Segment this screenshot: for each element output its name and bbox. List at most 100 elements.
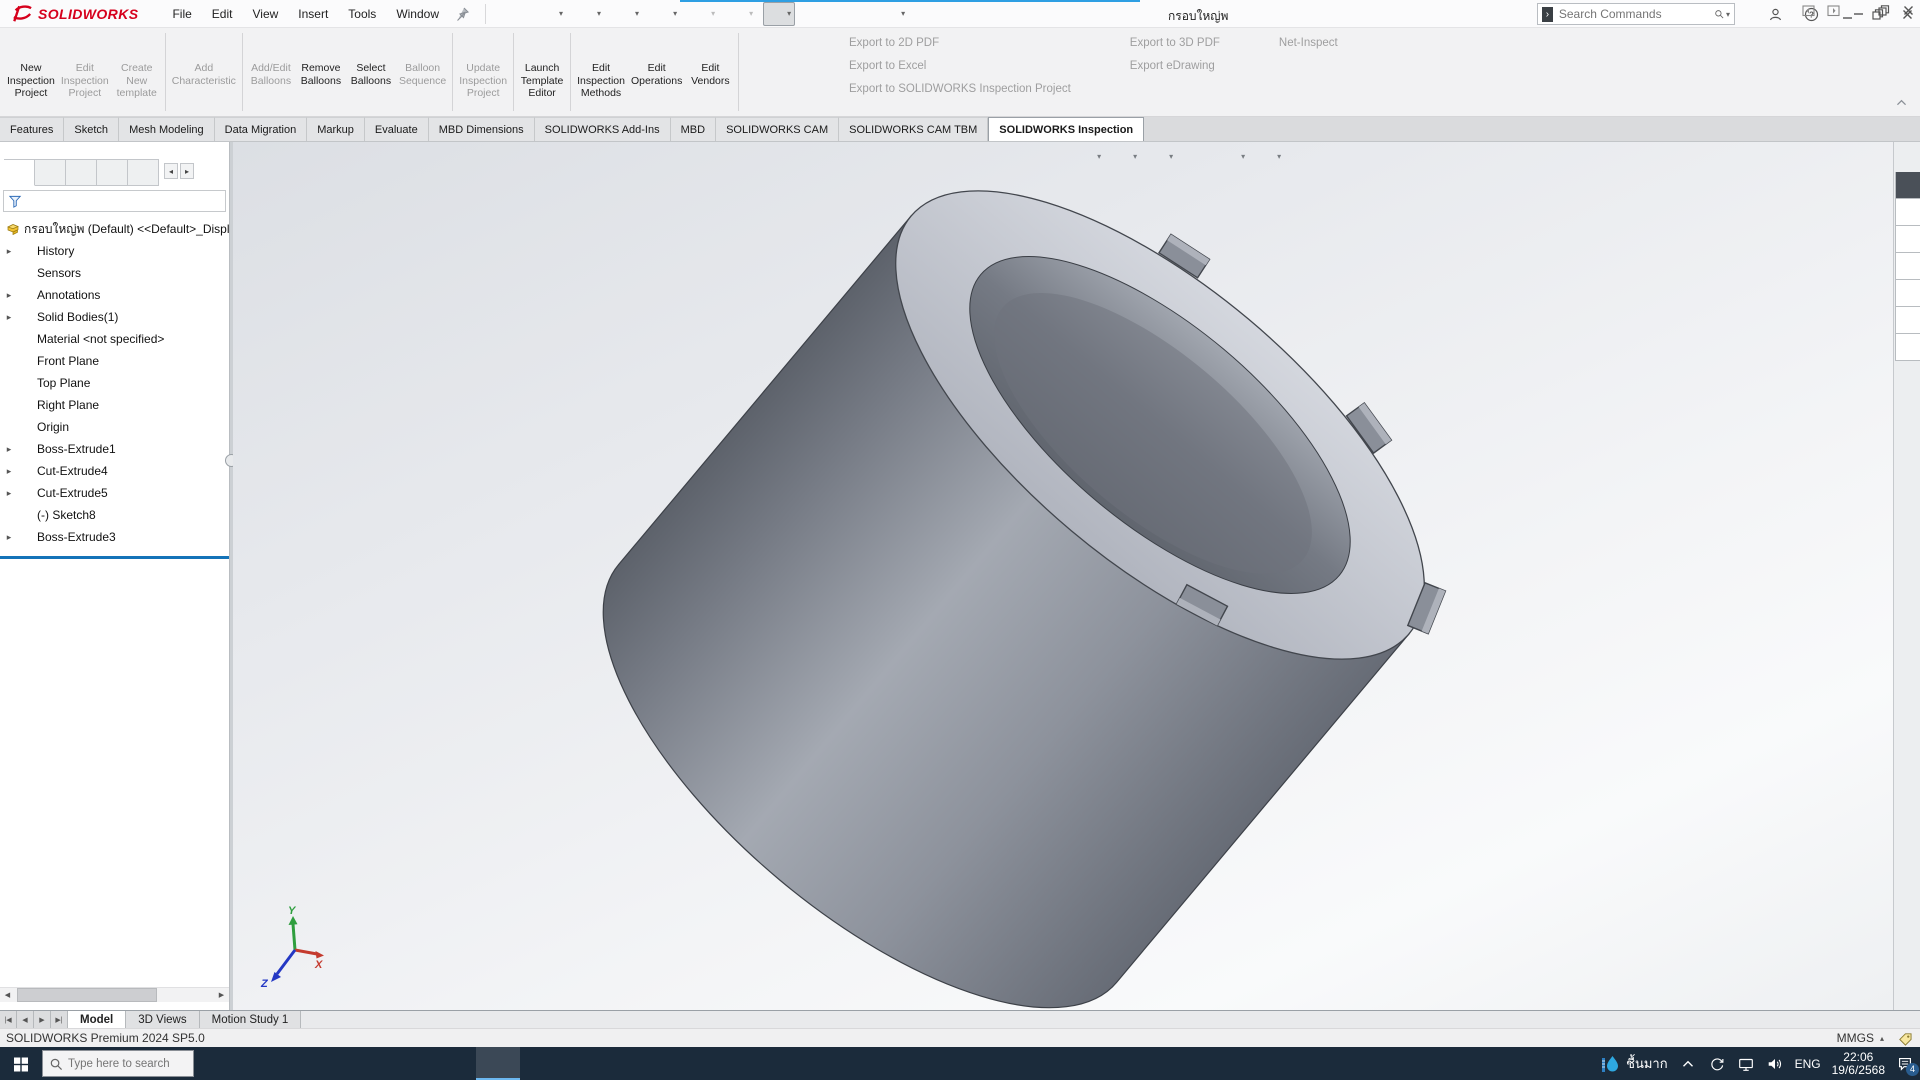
units-caret-icon[interactable]: ▴	[1880, 1034, 1884, 1043]
tab-evaluate[interactable]: Evaluate	[365, 117, 429, 141]
dropdown-caret-icon[interactable]: ▾	[711, 9, 715, 18]
ribbon-button-launch-template-editor[interactable]: Launch Template Editor	[517, 31, 567, 103]
view-tool-section-view[interactable]: ▾	[1001, 145, 1030, 168]
view-tab-motion-study-1[interactable]: Motion Study 1	[200, 1011, 302, 1028]
pin-icon[interactable]	[455, 6, 471, 22]
tree-item-cut-extrude5[interactable]: ▸ Cut-Extrude5	[0, 482, 229, 504]
panel-tab-property-manager[interactable]	[35, 159, 66, 186]
tab-data-migration[interactable]: Data Migration	[215, 117, 308, 141]
tab-nav-last-icon[interactable]: ▶|	[51, 1011, 68, 1028]
ribbon-button-create-new-template[interactable]: Create New template	[112, 31, 162, 103]
view-tool-3d-drawing-view[interactable]: ▾	[1037, 145, 1066, 168]
tree-item-front-plane[interactable]: ▸ Front Plane	[0, 350, 229, 372]
search-commands-input[interactable]	[1559, 7, 1714, 21]
panel-tab-feature-manager[interactable]	[4, 159, 35, 186]
ribbon-button-update-inspection-project[interactable]: Update Inspection Project	[456, 31, 510, 103]
ribbon-button-new-inspection-project[interactable]: New Inspection Project	[4, 31, 58, 103]
menu-item-edit[interactable]: Edit	[202, 3, 243, 25]
tab-sketch[interactable]: Sketch	[64, 117, 119, 141]
ribbon-button-remove-balloons[interactable]: Remove Balloons	[296, 31, 346, 90]
units-selector[interactable]: MMGS	[1837, 1031, 1874, 1045]
scroll-left-icon[interactable]: ◀	[0, 988, 15, 1002]
quick-button-new-document[interactable]: ▾	[535, 2, 567, 26]
view-tool-edit-appearance[interactable]: ▾	[1181, 145, 1210, 168]
tab-markup[interactable]: Markup	[307, 117, 365, 141]
dropdown-caret-icon[interactable]: ▾	[1277, 152, 1281, 161]
panel-tab-scroll-left-icon[interactable]: ◂	[164, 163, 178, 179]
network-icon[interactable]	[1737, 1055, 1755, 1073]
ribbon-button-edit-vendors[interactable]: Edit Vendors	[685, 31, 735, 90]
quick-button-rebuild[interactable]: ▾	[801, 2, 833, 26]
graphics-viewport[interactable]: ▾ ▾ ▾ ▾ ▾ ▾ ▾	[233, 142, 1893, 1010]
task-pane-tab-3dexperience[interactable]	[1895, 172, 1920, 199]
tag-icon[interactable]	[1897, 1031, 1912, 1046]
panel-tab-dimxpert-manager[interactable]	[97, 159, 128, 186]
quick-button-open[interactable]: ▾	[573, 2, 605, 26]
quick-button-file-properties[interactable]: ▾	[839, 2, 871, 26]
tree-item-solid-bodies[interactable]: ▸ Solid Bodies(1)	[0, 306, 229, 328]
search-icon[interactable]	[1714, 7, 1724, 21]
dropdown-caret-icon[interactable]: ▾	[901, 9, 905, 18]
tab-mbd[interactable]: MBD	[671, 117, 716, 141]
expand-arrow-icon[interactable]: ▸	[3, 466, 15, 477]
language-indicator[interactable]: ENG	[1795, 1057, 1821, 1071]
expand-arrow-icon[interactable]: ▸	[3, 488, 15, 499]
tab-features[interactable]: Features	[0, 117, 64, 141]
menu-item-tools[interactable]: Tools	[338, 3, 386, 25]
taskbar-app-mail[interactable]	[432, 1047, 476, 1080]
task-pane-tab-file-explorer[interactable]	[1895, 253, 1920, 280]
task-pane-tab-view-palette[interactable]	[1895, 280, 1920, 307]
account-button[interactable]	[1762, 2, 1788, 26]
tab-nav-next-icon[interactable]: ▶	[34, 1011, 51, 1028]
tab-solidworks-cam-tbm[interactable]: SOLIDWORKS CAM TBM	[839, 117, 988, 141]
export-button-export-to-2d-pdf[interactable]: Export to 2D PDF	[824, 34, 1071, 52]
quick-button-home[interactable]: ▾	[497, 2, 529, 26]
search-caret-icon[interactable]: ▾	[1726, 10, 1730, 19]
panel-tab-scroll-right-icon[interactable]: ▸	[180, 163, 194, 179]
tree-item-sketch8[interactable]: ▸ (-) Sketch8	[0, 504, 229, 526]
dropdown-caret-icon[interactable]: ▾	[635, 9, 639, 18]
panel-tab-display-manager[interactable]	[128, 159, 159, 186]
tree-item-annotations[interactable]: ▸ Annotations	[0, 284, 229, 306]
volume-icon[interactable]	[1766, 1055, 1784, 1073]
dropdown-caret-icon[interactable]: ▾	[787, 9, 791, 18]
tree-item-history[interactable]: ▸ History	[0, 240, 229, 262]
rollback-bar[interactable]	[0, 556, 229, 559]
panel-horizontal-scrollbar[interactable]: ◀ ▶	[0, 987, 229, 1002]
taskbar-search-input[interactable]	[68, 1058, 186, 1070]
ribbon-button-balloon-sequence[interactable]: Balloon Sequence	[396, 31, 449, 90]
view-tool-zoom-to-area[interactable]: ▾	[929, 145, 958, 168]
tree-item-top-plane[interactable]: ▸ Top Plane	[0, 372, 229, 394]
model-cylinder[interactable]	[233, 142, 1893, 1010]
view-tool-previous-view[interactable]: ▾	[965, 145, 994, 168]
tab-solidworks-inspection[interactable]: SOLIDWORKS Inspection	[988, 117, 1144, 141]
export-button-export-to-excel[interactable]: Export to Excel	[824, 57, 1071, 75]
expand-arrow-icon[interactable]: ▸	[3, 290, 15, 301]
menu-item-view[interactable]: View	[242, 3, 288, 25]
task-pane-tab-appearances-scenes[interactable]	[1895, 307, 1920, 334]
view-tool-view-orientation[interactable]: ▾	[1073, 145, 1102, 168]
ribbon-button-edit-inspection-methods[interactable]: Edit Inspection Methods	[574, 31, 628, 103]
sync-icon[interactable]	[1708, 1055, 1726, 1073]
expand-arrow-icon[interactable]: ▸	[3, 246, 15, 257]
view-tool-view-settings[interactable]: ▾	[1253, 145, 1282, 168]
ribbon-collapse-icon[interactable]	[1895, 97, 1908, 110]
search-commands-box[interactable]: › ▾	[1537, 3, 1735, 25]
scrollbar-thumb[interactable]	[17, 988, 157, 1002]
menu-item-file[interactable]: File	[162, 3, 201, 25]
dropdown-caret-icon[interactable]: ▾	[1133, 152, 1137, 161]
dropdown-caret-icon[interactable]: ▾	[1169, 152, 1173, 161]
taskbar-app-task-view[interactable]	[256, 1047, 300, 1080]
view-tab-model[interactable]: Model	[68, 1011, 126, 1028]
tree-root-part[interactable]: กรอบใหญ่พ (Default) <<Default>_Displ	[0, 218, 229, 240]
dropdown-caret-icon[interactable]: ▾	[749, 9, 753, 18]
taskbar-search-box[interactable]	[42, 1050, 194, 1077]
quick-button-options[interactable]: ▾	[877, 2, 909, 26]
ribbon-button-add-edit-balloons[interactable]: Add/Edit Balloons	[246, 31, 296, 90]
taskbar-app-edge[interactable]	[300, 1047, 344, 1080]
tab-nav-prev-icon[interactable]: ◀	[17, 1011, 34, 1028]
export-button-export-to-solidworks-inspection-project[interactable]: Export to SOLIDWORKS Inspection Project	[824, 80, 1071, 98]
view-tool-display-style[interactable]: ▾	[1109, 145, 1138, 168]
expand-arrow-icon[interactable]: ▸	[3, 532, 15, 543]
collapse-pane-right-icon[interactable]	[1826, 3, 1841, 18]
